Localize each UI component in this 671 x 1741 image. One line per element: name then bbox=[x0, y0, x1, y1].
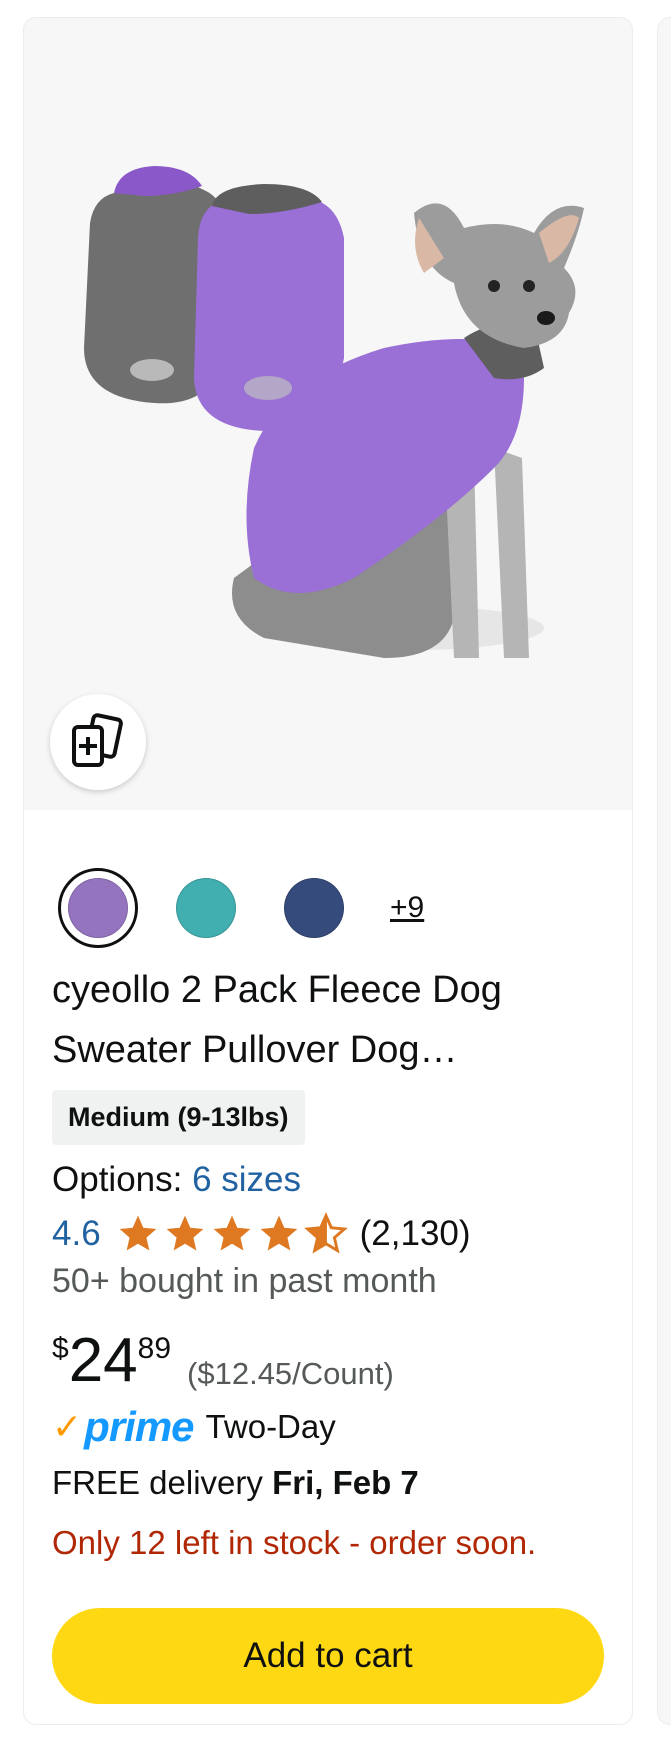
add-to-cart-button[interactable]: Add to cart bbox=[52, 1608, 604, 1704]
color-swatches: +9 bbox=[58, 868, 424, 948]
star-icon bbox=[213, 1215, 250, 1251]
product-title[interactable]: cyeollo 2 Pack Fleece Dog Sweater Pullov… bbox=[52, 960, 612, 1080]
swatch-purple[interactable] bbox=[58, 868, 138, 948]
price-symbol: $ bbox=[52, 1332, 69, 1365]
add-to-compare-button[interactable] bbox=[50, 694, 146, 790]
prime-delivery-type: Two-Day bbox=[205, 1408, 336, 1445]
rating-row[interactable]: 4.6 (2,130) bbox=[52, 1210, 471, 1258]
swatch-teal[interactable] bbox=[166, 868, 246, 948]
size-badge: Medium (9-13lbs) bbox=[52, 1090, 305, 1145]
product-image[interactable] bbox=[24, 18, 632, 810]
swatch-navy-color bbox=[284, 878, 344, 938]
swatch-purple-color bbox=[68, 878, 128, 938]
swatch-navy[interactable] bbox=[274, 868, 354, 948]
star-icon bbox=[260, 1215, 297, 1251]
delivery-info: FREE delivery Fri, Feb 7 bbox=[52, 1464, 419, 1502]
price: $ 24 89 ($12.45/Count) bbox=[52, 1326, 394, 1402]
star-rating bbox=[115, 1212, 350, 1256]
prime-badge: ✓ prime Two-Day bbox=[52, 1402, 336, 1452]
options-label: Options: bbox=[52, 1160, 193, 1199]
unit-price: ($12.45/Count) bbox=[187, 1356, 394, 1391]
star-icon bbox=[166, 1215, 203, 1251]
product-card[interactable]: +9 cyeollo 2 Pack Fleece Dog Sweater Pul… bbox=[24, 18, 632, 1724]
delivery-prefix: FREE delivery bbox=[52, 1464, 273, 1501]
price-whole: 24 bbox=[68, 1326, 138, 1395]
add-to-compare-icon bbox=[72, 713, 123, 767]
next-product-card-edge[interactable] bbox=[658, 18, 671, 1724]
product-image-area[interactable] bbox=[24, 18, 632, 810]
price-fraction: 89 bbox=[137, 1332, 172, 1365]
bought-past-month: 50+ bought in past month bbox=[52, 1262, 437, 1300]
star-icon bbox=[119, 1215, 156, 1251]
rating-count: (2,130) bbox=[359, 1214, 471, 1253]
more-swatches-link[interactable]: +9 bbox=[390, 891, 424, 925]
half-star-icon bbox=[303, 1212, 348, 1254]
stock-warning: Only 12 left in stock - order soon. bbox=[52, 1524, 537, 1561]
options-sizes-link[interactable]: 6 sizes bbox=[192, 1160, 301, 1199]
prime-check-icon: ✓ bbox=[52, 1406, 83, 1447]
swatch-teal-color bbox=[176, 878, 236, 938]
options-row: Options: 6 sizes bbox=[52, 1160, 301, 1200]
delivery-date: Fri, Feb 7 bbox=[272, 1464, 419, 1501]
prime-logo: prime bbox=[84, 1403, 194, 1450]
rating-value: 4.6 bbox=[52, 1214, 101, 1253]
